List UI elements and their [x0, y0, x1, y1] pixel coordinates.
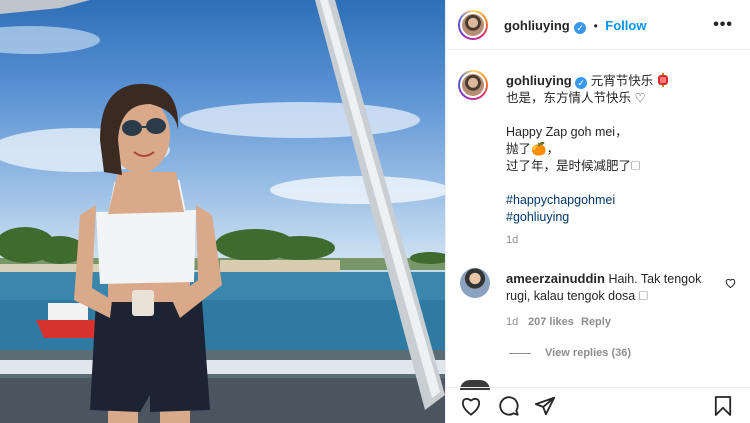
commenter-avatar[interactable] — [460, 268, 490, 298]
caption-username[interactable]: gohliuying — [506, 73, 572, 88]
follow-button[interactable]: Follow — [605, 18, 646, 33]
share-icon[interactable] — [534, 395, 556, 417]
caption-first-text: 元宵节快乐 — [590, 74, 654, 88]
red-lantern-icon — [657, 73, 668, 87]
heart-icon[interactable] — [460, 396, 482, 416]
view-replies-button[interactable]: View replies (36) — [545, 347, 631, 359]
verified-icon: ✓ — [575, 77, 588, 89]
comment-like-heart-icon[interactable] — [725, 278, 736, 288]
author-avatar[interactable] — [458, 10, 488, 40]
bookmark-icon[interactable] — [714, 395, 732, 417]
action-bar — [446, 387, 750, 423]
author-username[interactable]: gohliuying — [504, 18, 570, 33]
caption-body: gohliuying ✓ 元宵节快乐 也是，东方情人节快乐 ♡ Happy Za… — [506, 72, 741, 226]
post-side-panel: gohliuying ✓ • Follow ••• gohliuying ✓ 元… — [445, 0, 750, 423]
caption-line-4: 抛了🍊， — [506, 142, 560, 156]
comment-text-2: rugi, kalau tengok dosa 🗆 — [506, 289, 648, 303]
comment-body: ameerzainuddin Haih. Tak tengok rugi, ka… — [506, 270, 721, 305]
comment-reply-button[interactable]: Reply — [581, 316, 611, 328]
caption-avatar[interactable] — [458, 70, 488, 100]
caption-line-2: 也是，东方情人节快乐 ♡ — [506, 91, 646, 105]
follow-separator: • — [593, 19, 598, 33]
photo-scene — [0, 0, 445, 423]
caption-line-3: Happy Zap goh mei， — [506, 125, 628, 139]
verified-icon: ✓ — [574, 22, 587, 34]
post-photo[interactable] — [0, 0, 445, 423]
replies-divider — [509, 353, 531, 354]
comment-likes[interactable]: 207 likes — [528, 316, 574, 328]
hashtag-link[interactable]: #happychapgohmei — [506, 192, 741, 209]
post-header: gohliuying ✓ • Follow ••• — [446, 0, 750, 50]
comment-time[interactable]: 1d — [506, 316, 518, 328]
comment-text-1: Haih. Tak tengok — [608, 272, 702, 286]
comment-username[interactable]: ameerzainuddin — [506, 271, 605, 286]
comment-icon[interactable] — [498, 395, 520, 417]
hashtag-link[interactable]: #gohliuying — [506, 209, 741, 226]
author-line: gohliuying ✓ • Follow — [504, 17, 646, 35]
instagram-post-embed: gohliuying ✓ • Follow ••• gohliuying ✓ 元… — [0, 0, 750, 423]
caption-time[interactable]: 1d — [506, 234, 518, 246]
more-icon[interactable]: ••• — [713, 16, 733, 34]
caption-line-1: gohliuying ✓ 元宵节快乐 — [506, 72, 741, 90]
caption-line-5: 过了年，是时候减肥了🗆 — [506, 159, 641, 173]
